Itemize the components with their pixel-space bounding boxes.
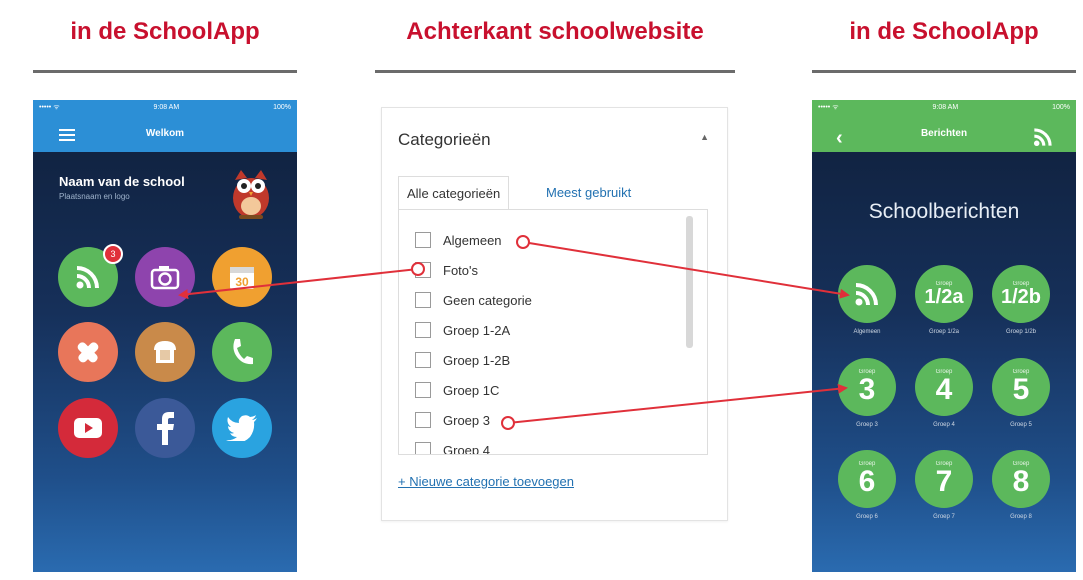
connector-overlay (178, 235, 850, 430)
arrow-algemeen-to-rss (516, 235, 850, 299)
arrow-groep3-to-group3 (501, 383, 848, 430)
arrow-foto-to-camera (178, 262, 425, 300)
